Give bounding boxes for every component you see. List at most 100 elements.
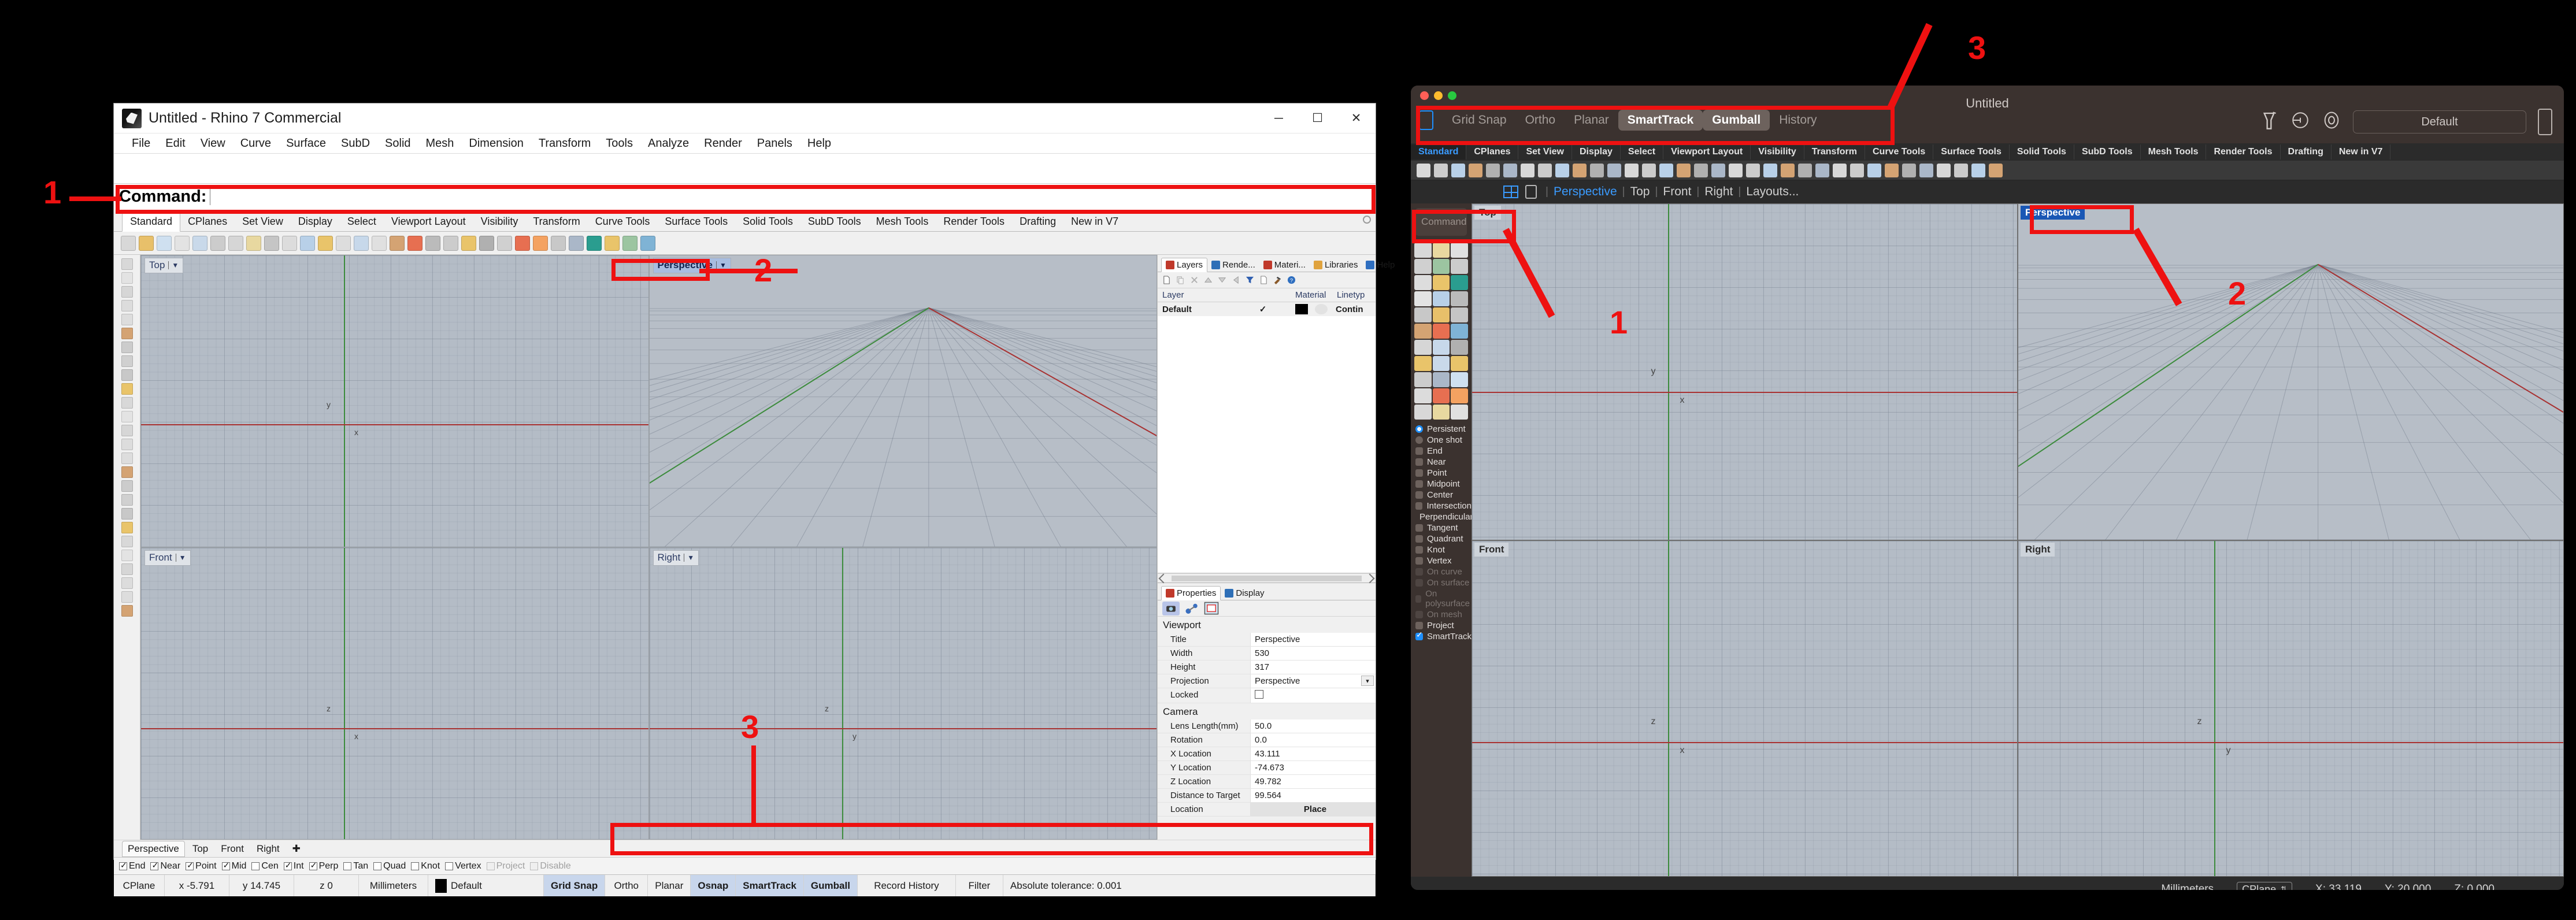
mac-tool-icon-8[interactable] <box>1432 275 1450 290</box>
mac-tool-icon-21[interactable] <box>1451 340 1468 355</box>
mac-toolbar-icon-27[interactable] <box>1867 163 1881 177</box>
horizontal-scrollbar[interactable] <box>1158 573 1376 583</box>
layer-visibility-icon[interactable] <box>2322 110 2341 133</box>
mac-osnap-on-surface[interactable]: On surface <box>1415 578 1472 588</box>
viewport-label-right[interactable]: Right ▼ <box>653 550 699 566</box>
left-toolbar-icon-8[interactable] <box>121 355 133 367</box>
chevron-down-icon[interactable]: ▾ <box>1361 676 1374 686</box>
toolbar-icon-23[interactable] <box>515 235 530 251</box>
mac-tool-icon-18[interactable] <box>1451 324 1468 339</box>
toolbar-icon-12[interactable] <box>318 235 333 251</box>
layer-tool-icon[interactable] <box>2259 110 2279 133</box>
mac-tool-icon-23[interactable] <box>1432 356 1450 371</box>
mac-tool-icon-7[interactable] <box>1414 275 1432 290</box>
checkbox[interactable] <box>1415 557 1423 565</box>
checkbox[interactable] <box>309 860 317 870</box>
menu-item-surface[interactable]: Surface <box>279 135 333 152</box>
checkbox[interactable] <box>343 862 352 870</box>
mac-toggle-smarttrack[interactable]: SmartTrack <box>1618 110 1703 131</box>
toolbar-tab-surface-tools[interactable]: Surface Tools <box>657 213 735 231</box>
mac-viewport-label-perspective[interactable]: Perspective <box>2021 206 2085 220</box>
menu-item-subd[interactable]: SubD <box>333 135 377 152</box>
viewport-top[interactable]: y x Top ▼ <box>140 255 649 547</box>
mac-vptab-layouts[interactable]: Layouts... <box>1746 185 1799 199</box>
mac-tool-icon-28[interactable] <box>1414 388 1432 403</box>
panel-tab-materi[interactable]: Materi... <box>1259 258 1310 272</box>
mac-tool-icon-25[interactable] <box>1414 372 1432 387</box>
toolbar-icon-5[interactable] <box>192 235 207 251</box>
toolbar-icon-14[interactable] <box>354 235 369 251</box>
mac-toolbar-tab-transform[interactable]: Transform <box>1804 144 1865 159</box>
toolbar-tab-transform[interactable]: Transform <box>525 213 587 231</box>
status-toggle-grid-snap[interactable]: Grid Snap <box>544 875 606 896</box>
mac-toolbar-icon-25[interactable] <box>1833 163 1847 177</box>
move-left-icon[interactable] <box>1232 276 1240 284</box>
property-value[interactable]: 99.564 <box>1250 789 1376 802</box>
table-row[interactable]: Default ✓ Contin <box>1158 302 1376 316</box>
close-button[interactable]: ✕ <box>1337 103 1376 133</box>
toolbar-tab-cplanes[interactable]: CPlanes <box>180 213 235 231</box>
toolbar-tab-solid-tools[interactable]: Solid Tools <box>735 213 800 231</box>
left-toolbar-icon-14[interactable] <box>121 439 133 450</box>
scroll-left-icon[interactable] <box>1158 573 1169 583</box>
camera-icon[interactable] <box>1162 601 1180 615</box>
mac-toolbar-tab-render-tools[interactable]: Render Tools <box>2206 144 2281 159</box>
toolbar-icon-25[interactable] <box>551 235 566 251</box>
left-toolbar-icon-11[interactable] <box>121 397 133 409</box>
mac-toolbar-tab-subd-tools[interactable]: SubD Tools <box>2074 144 2141 159</box>
mac-status-units[interactable]: Millimeters <box>2161 883 2214 890</box>
mac-viewport-label-top[interactable]: Top <box>1474 206 1501 220</box>
add-viewport-icon[interactable]: ✚ <box>287 841 306 856</box>
mac-osnap-project[interactable]: Project <box>1415 621 1472 630</box>
status-toggle-smarttrack[interactable]: SmartTrack <box>736 875 804 896</box>
chevron-down-icon[interactable]: ▼ <box>716 261 727 269</box>
mac-toolbar-icon-3[interactable] <box>1451 163 1465 177</box>
mac-viewport-label-right[interactable]: Right <box>2021 542 2055 557</box>
checkbox[interactable] <box>445 862 454 870</box>
menu-item-mesh[interactable]: Mesh <box>418 135 462 152</box>
mac-tool-icon-4[interactable] <box>1414 259 1432 274</box>
checkbox[interactable] <box>1415 524 1423 532</box>
mac-viewport-right[interactable]: z y Right <box>2018 540 2564 877</box>
mac-vptab-front[interactable]: Front <box>1663 185 1691 199</box>
toolbar-icon-27[interactable] <box>587 235 602 251</box>
osnap-vertex[interactable]: Vertex <box>445 861 481 871</box>
locked-checkbox[interactable] <box>1250 688 1376 703</box>
mac-tool-icon-3[interactable] <box>1451 243 1468 258</box>
toolbar-tab-standard[interactable]: Standard <box>122 212 181 232</box>
copy-layer-icon[interactable] <box>1176 276 1185 284</box>
checkbox[interactable] <box>251 862 260 870</box>
left-toolbar-icon-1[interactable] <box>121 258 133 270</box>
panel-tab-display[interactable]: Display <box>1221 587 1268 600</box>
checkbox[interactable] <box>221 860 230 870</box>
property-value[interactable]: 317 <box>1250 661 1376 674</box>
filter-icon[interactable] <box>1246 276 1254 284</box>
mac-toolbar-tab-new-in-v7[interactable]: New in V7 <box>2332 144 2391 159</box>
right-sidebar-toggle-icon[interactable] <box>2538 109 2552 135</box>
checkbox[interactable] <box>186 860 194 870</box>
mac-tool-icon-27[interactable] <box>1451 372 1468 387</box>
viewport-perspective[interactable]: Perspective ▼ <box>648 255 1157 547</box>
mac-toolbar-icon-17[interactable] <box>1694 163 1708 177</box>
hammer-icon[interactable] <box>1273 276 1282 284</box>
property-value[interactable]: 49.782 <box>1250 775 1376 788</box>
toolbar-icon-28[interactable] <box>605 235 620 251</box>
status-toggle-ortho[interactable]: Ortho <box>605 875 648 896</box>
layer-properties-icon[interactable] <box>1259 276 1268 284</box>
minimize-button[interactable]: ─ <box>1259 103 1298 133</box>
menu-item-panels[interactable]: Panels <box>750 135 800 152</box>
toolbar-tab-set-view[interactable]: Set View <box>235 213 291 231</box>
checkbox[interactable] <box>1415 622 1423 629</box>
layer-material-swatch[interactable] <box>1315 304 1328 314</box>
menu-item-help[interactable]: Help <box>800 135 839 152</box>
mac-tool-icon-22[interactable] <box>1414 356 1432 371</box>
mac-tool-icon-6[interactable] <box>1451 259 1468 274</box>
menu-item-analyze[interactable]: Analyze <box>640 135 696 152</box>
viewport-tab-top[interactable]: Top <box>187 841 213 856</box>
mac-tool-icon-12[interactable] <box>1451 291 1468 306</box>
mac-toolbar-tab-mesh-tools[interactable]: Mesh Tools <box>2141 144 2207 159</box>
left-toolbar-icon-20[interactable] <box>121 522 133 533</box>
left-toolbar-icon-3[interactable] <box>121 286 133 298</box>
mac-toolbar-tab-cplanes[interactable]: CPlanes <box>1466 144 1519 159</box>
mac-tool-icon-32[interactable] <box>1432 405 1450 420</box>
